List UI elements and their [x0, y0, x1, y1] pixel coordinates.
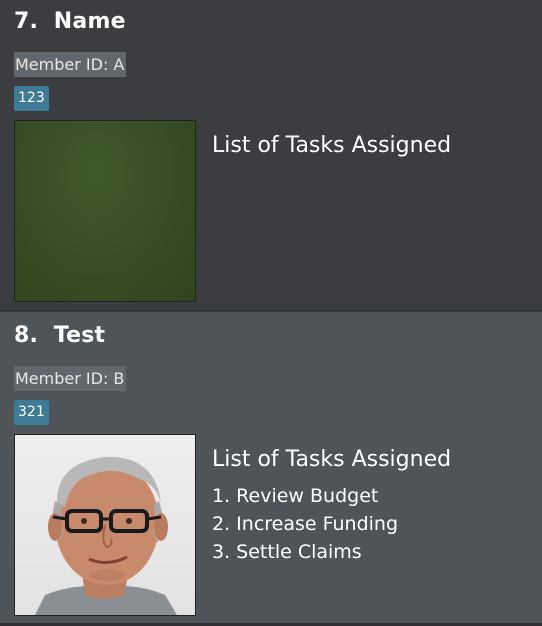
task-item: 2. Increase Funding	[212, 513, 399, 535]
task-list: 1. Review Budget 2. Increase Funding 3. …	[212, 482, 398, 566]
tasks-heading: List of Tasks Assigned	[212, 447, 452, 472]
tasks-heading: List of Tasks Assigned	[212, 133, 452, 158]
member-tag: 321	[14, 400, 49, 425]
member-index: 8.	[14, 323, 39, 348]
member-list[interactable]: 7. Name Member ID: A 123 List of Tasks A…	[0, 0, 542, 626]
member-photo	[14, 434, 196, 616]
task-item: 3. Settle Claims	[212, 541, 362, 563]
member-name: Name	[53, 9, 126, 34]
member-card[interactable]: 8. Test Member ID: B 321 List of Tasks A…	[0, 312, 542, 623]
task-item: 1. Review Budget	[212, 485, 379, 507]
member-card[interactable]: 7. Name Member ID: A 123 List of Tasks A…	[0, 0, 542, 311]
member-tag: 123	[14, 86, 49, 111]
member-photo	[14, 120, 196, 302]
member-title: 8. Test	[14, 323, 105, 348]
member-title: 7. Name	[14, 9, 126, 34]
member-id-label: Member ID: B	[14, 366, 127, 391]
member-id-label: Member ID: A	[14, 52, 127, 77]
member-name: Test	[53, 323, 106, 348]
member-index: 7.	[14, 9, 39, 34]
person-photo-icon	[35, 456, 177, 615]
